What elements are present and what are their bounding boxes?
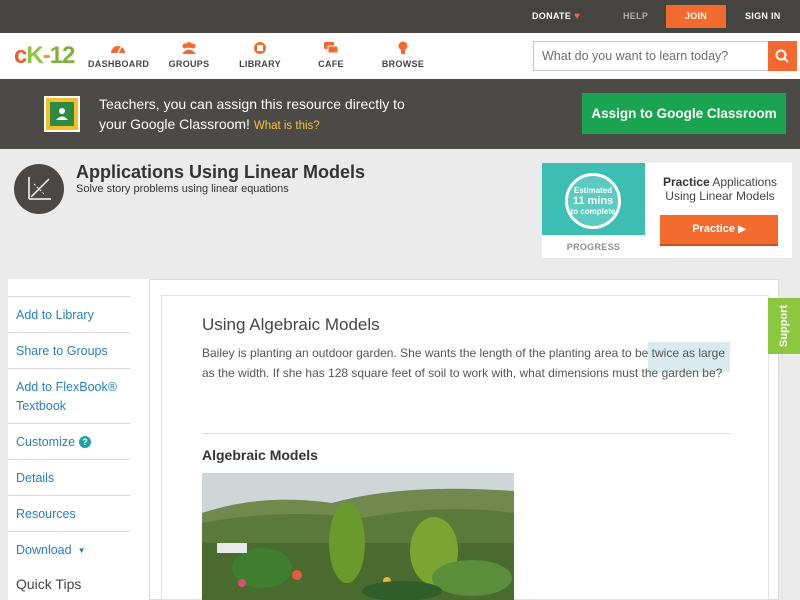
sidebar-item-label: Add to FlexBook® xyxy=(16,379,117,394)
page-subtitle: Solve story problems using linear equati… xyxy=(76,183,289,195)
what-is-this-link[interactable]: What is this? xyxy=(254,120,320,132)
quick-tips-heading: Quick Tips xyxy=(16,576,82,592)
dashboard-icon xyxy=(111,46,125,54)
search-icon xyxy=(775,49,789,63)
logo-dash: - xyxy=(42,42,51,69)
sidebar-item-label: Details xyxy=(16,470,55,485)
ck12-logo[interactable]: cK-12 xyxy=(14,42,76,70)
practice-button-label: Practice xyxy=(692,223,736,235)
progress-label: PROGRESS xyxy=(566,242,621,252)
garden-image xyxy=(202,473,514,600)
sidebar-item-add-library[interactable]: Add to Library xyxy=(8,296,130,333)
teacher-line-1: Teachers, you can assign this resource d… xyxy=(99,96,405,112)
nav-library[interactable]: LIBRARY xyxy=(238,41,282,69)
logo-num: 12 xyxy=(49,42,76,69)
section-heading: Algebraic Models xyxy=(202,447,318,463)
nav-browse-label: BROWSE xyxy=(381,59,425,69)
lightbulb-icon xyxy=(398,41,408,54)
sidebar-item-share-groups[interactable]: Share to Groups xyxy=(8,332,130,369)
sidebar-item-label: Resources xyxy=(16,506,76,521)
to-complete-label: to complete xyxy=(570,207,616,216)
sidebar-item-details[interactable]: Details xyxy=(8,459,130,496)
chevron-right-icon: ▶ xyxy=(738,224,746,235)
join-button[interactable]: JOIN xyxy=(666,5,726,28)
nav-groups-label: GROUPS xyxy=(168,59,210,69)
lesson-paragraph: Bailey is planting an outdoor garden. Sh… xyxy=(202,346,726,380)
help-link[interactable]: HELP xyxy=(623,0,648,33)
groups-icon xyxy=(182,42,196,54)
support-tab[interactable]: Support xyxy=(768,298,800,354)
practice-title-bold: Practice xyxy=(662,175,710,189)
support-label: Support xyxy=(778,304,790,348)
page-title: Applications Using Linear Models xyxy=(76,162,366,182)
nav-cafe[interactable]: CAFE xyxy=(316,41,346,69)
caret-down-icon: ▼ xyxy=(77,545,86,555)
practice-button[interactable]: Practice ▶ xyxy=(660,215,778,244)
sidebar-item-label: Add to Library xyxy=(16,307,94,322)
assign-google-classroom-button[interactable]: Assign to Google Classroom xyxy=(582,93,786,134)
sign-in-link[interactable]: SIGN IN xyxy=(745,0,781,33)
nav-cafe-label: CAFE xyxy=(318,59,344,69)
donate-link[interactable]: DONATE ♥ xyxy=(532,0,580,33)
library-icon xyxy=(254,42,266,54)
search-button[interactable] xyxy=(768,41,797,71)
google-classroom-icon xyxy=(44,96,80,132)
estimate-mins: 11 mins xyxy=(572,195,614,207)
search-input[interactable] xyxy=(534,42,770,70)
top-bar: DONATE ♥ HELP JOIN SIGN IN xyxy=(0,0,800,33)
estimate-badge: Estimated 11 mins to complete xyxy=(565,173,621,229)
donate-label: DONATE xyxy=(532,11,572,21)
teacher-message: Teachers, you can assign this resource d… xyxy=(99,94,479,136)
sidebar-item-resources[interactable]: Resources xyxy=(8,495,130,532)
logo-k: K xyxy=(26,42,43,69)
heart-icon: ♥ xyxy=(574,11,581,22)
sidebar-item-customize[interactable]: Customize? xyxy=(8,423,130,460)
lesson-heading: Using Algebraic Models xyxy=(202,315,380,334)
help-icon[interactable]: ? xyxy=(79,436,92,448)
search-box xyxy=(533,41,797,71)
main-nav: cK-12 DASHBOARD GROUPS LIBRARY CAFE BROW… xyxy=(0,33,800,79)
sidebar-item-download[interactable]: Download ▼ xyxy=(8,531,130,568)
teacher-line-2: your Google Classroom! xyxy=(99,116,250,132)
linear-graph-icon xyxy=(14,164,64,214)
cafe-icon xyxy=(324,42,339,54)
sidebar-item-label: Download xyxy=(16,542,72,557)
nav-browse[interactable]: BROWSE xyxy=(380,41,426,69)
practice-card: Estimated 11 mins to complete PROGRESS P… xyxy=(542,163,792,258)
nav-dashboard-label: DASHBOARD xyxy=(88,59,150,69)
estimated-label: Estimated xyxy=(573,186,613,195)
nav-library-label: LIBRARY xyxy=(239,59,281,69)
sidebar-item-label-2: Textbook xyxy=(16,398,67,413)
sidebar-item-label: Customize xyxy=(16,434,76,449)
logo-c: c xyxy=(14,42,27,69)
divider xyxy=(202,433,730,434)
nav-dashboard[interactable]: DASHBOARD xyxy=(88,41,150,69)
sidebar-item-label: Share to Groups xyxy=(16,343,108,358)
progress-graphic: Estimated 11 mins to complete xyxy=(542,163,645,235)
sidebar-item-add-flexbook[interactable]: Add to FlexBook® Textbook xyxy=(8,368,130,424)
nav-groups[interactable]: GROUPS xyxy=(166,41,212,69)
practice-title: Practice Applications Using Linear Model… xyxy=(654,175,786,203)
